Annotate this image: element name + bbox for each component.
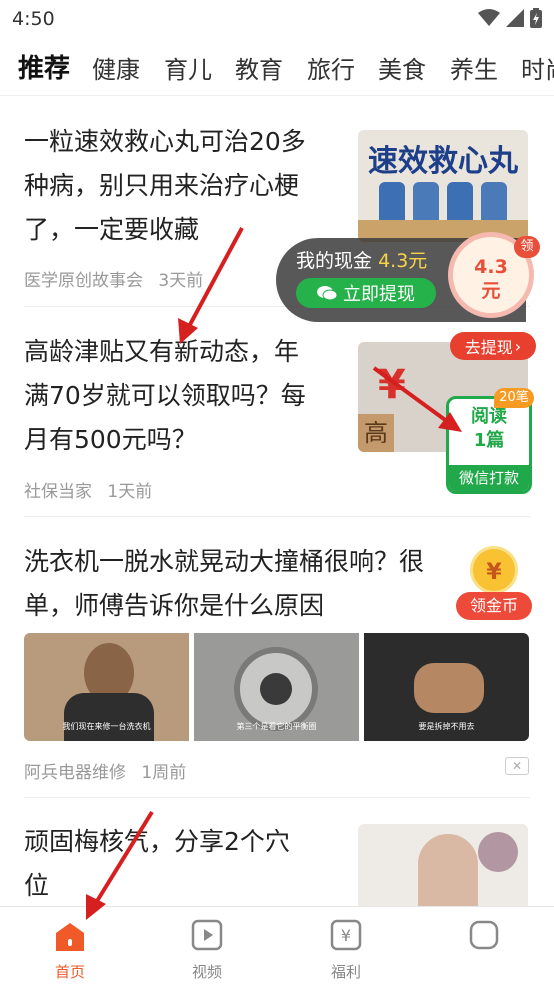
bottom-nav: 首页 视频 ¥ 福利 (0, 906, 554, 984)
wechat-icon (317, 286, 337, 301)
article-time: 3天前 (158, 271, 204, 291)
read-reward-card[interactable]: 阅读 1篇 微信打款 (446, 396, 532, 494)
article-meta: 医学原创故事会 3天前 (24, 266, 203, 291)
signal-icon (506, 9, 524, 27)
welfare-icon: ¥ (330, 919, 362, 951)
video-thumbnail-2: 第三个是看它的平衡圈 (194, 633, 359, 741)
tab-parenting[interactable]: 育儿 (164, 50, 212, 85)
status-icons (478, 8, 542, 28)
battery-icon (530, 8, 542, 28)
divider (24, 516, 530, 517)
svg-text:¥: ¥ (341, 926, 351, 945)
article-time: 1天前 (107, 482, 153, 502)
article-meta: 阿兵电器维修 1周前 (24, 758, 186, 783)
article-source: 医学原创故事会 (24, 271, 143, 291)
gold-coin-widget[interactable]: ¥ 领金币 (452, 546, 536, 624)
nav-video[interactable]: 视频 (157, 907, 257, 984)
video-thumbnail-1: 我们现在来修一台洗衣机 (24, 633, 189, 741)
dismiss-button[interactable]: ✕ (505, 757, 529, 775)
read-count-badge: 20笔 (494, 388, 534, 408)
profile-icon (469, 920, 499, 950)
tab-recommend[interactable]: 推荐 (18, 48, 70, 85)
cash-label: 我的现金 4.3元 (296, 250, 428, 272)
nav-home[interactable]: 首页 (20, 907, 120, 984)
article-meta: 社保当家 1天前 (24, 477, 152, 502)
tab-wellness[interactable]: 养生 (450, 50, 498, 85)
cash-amount: 4.3元 (378, 250, 428, 272)
nav-welfare[interactable]: ¥ 福利 (296, 907, 396, 984)
article-time: 1周前 (141, 763, 187, 783)
coin-icon: ¥ (470, 546, 518, 594)
chevron-right-icon: › (514, 336, 522, 356)
status-bar: 4:50 (0, 0, 554, 38)
article-title: 高龄津贴又有新动态，年 满70岁就可以领取吗？每 月有500元吗？ (24, 337, 306, 454)
article-title: 顽固梅核气，分享2个穴 位 (24, 827, 290, 900)
tab-health[interactable]: 健康 (92, 50, 140, 85)
coin-label: 领金币 (456, 592, 532, 620)
article-title: 一粒速效救心丸可治20多 种病，别只用来治疗心梗 了，一定要收藏 (24, 127, 306, 244)
article-thumbnail (358, 824, 528, 906)
divider (24, 797, 530, 798)
article-thumbnail: 速效救心丸 (358, 130, 528, 242)
tab-education[interactable]: 教育 (235, 50, 283, 85)
article-source: 阿兵电器维修 (24, 763, 126, 783)
home-icon (56, 923, 84, 951)
article-source: 社保当家 (24, 482, 92, 502)
video-icon (191, 919, 223, 951)
article-title: 洗衣机一脱水就晃动大撞桶很响？很 单，师傅告诉你是什么原因 (24, 547, 425, 620)
withdraw-now-button[interactable]: 立即提现 (296, 278, 436, 308)
nav-profile[interactable] (434, 907, 534, 984)
tab-fashion[interactable]: 时尚 (521, 50, 554, 85)
claim-badge[interactable]: 领 (514, 236, 540, 258)
wifi-icon (478, 9, 500, 26)
status-time: 4:50 (12, 8, 55, 30)
tab-food[interactable]: 美食 (378, 50, 426, 85)
category-tabs: 推荐 健康 育儿 教育 旅行 美食 养生 时尚 (0, 40, 554, 96)
tab-travel[interactable]: 旅行 (307, 50, 355, 85)
go-withdraw-button[interactable]: 去提现 › (450, 332, 536, 360)
video-thumbnail-3: 要是拆掉不用去 (364, 633, 529, 741)
